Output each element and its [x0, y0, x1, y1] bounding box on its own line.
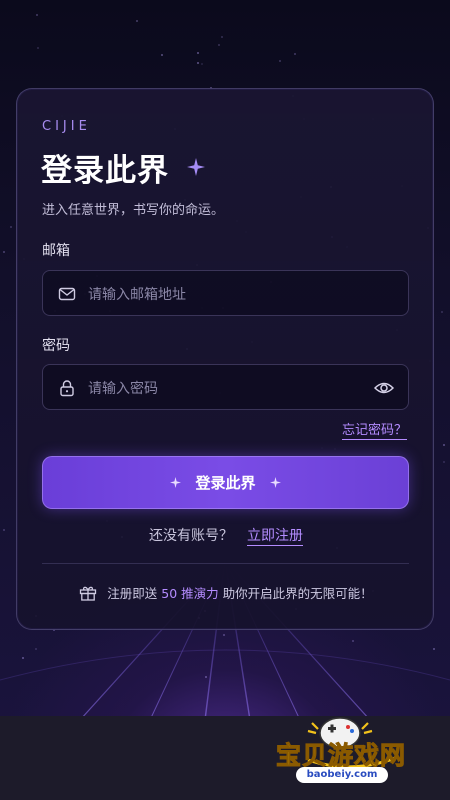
register-prompt: 还没有账号？ — [149, 528, 233, 544]
sparkle-icon — [187, 158, 205, 176]
page-title: 登录此界 — [41, 153, 169, 189]
star-dot — [294, 53, 296, 55]
star-dot — [3, 529, 5, 531]
star-dot — [223, 634, 225, 636]
watermark-url: baobeiy.com — [296, 767, 388, 783]
star-dot — [221, 36, 223, 38]
promo-prefix: 注册即送 — [107, 586, 158, 601]
login-card: CIJIE 登录此界 进入任意世界，书写你的命运。 邮箱 请输入邮箱地址 密码 … — [16, 88, 434, 630]
email-placeholder: 请输入邮箱地址 — [88, 287, 186, 303]
mail-icon — [58, 287, 76, 301]
star-dot — [433, 648, 435, 650]
password-label: 密码 — [42, 338, 70, 354]
login-screen: CIJIE 登录此界 进入任意世界，书写你的命运。 邮箱 请输入邮箱地址 密码 … — [0, 0, 450, 800]
star-dot — [201, 63, 203, 65]
star-dot — [441, 311, 443, 313]
gift-icon — [80, 586, 97, 601]
password-field[interactable]: 请输入密码 — [42, 364, 409, 410]
eye-icon[interactable] — [374, 379, 394, 397]
lock-icon — [60, 380, 74, 397]
sparkle-icon — [170, 477, 182, 488]
star-dot — [218, 44, 220, 46]
star-dot — [197, 62, 199, 64]
star-dot — [161, 54, 163, 56]
star-dot — [197, 52, 199, 54]
login-button-label: 登录此界 — [195, 474, 256, 492]
star-dot — [36, 14, 38, 16]
star-dot — [352, 640, 354, 642]
star-dot — [136, 20, 138, 22]
register-row: 还没有账号？ 立即注册 — [17, 525, 435, 546]
star-dot — [443, 444, 445, 446]
star-dot — [3, 251, 5, 253]
brand-name: CIJIE — [42, 119, 91, 134]
star-dot — [37, 47, 39, 49]
divider — [42, 563, 409, 564]
star-dot — [205, 676, 207, 678]
promo-suffix: 助你开启此界的无限可能！ — [222, 586, 373, 601]
promo-highlight: 50 推演力 — [161, 586, 219, 601]
star-dot — [443, 461, 445, 463]
star-dot — [35, 648, 37, 650]
forgot-password-link[interactable]: 忘记密码？ — [341, 419, 407, 440]
sparkle-icon — [269, 477, 281, 488]
password-placeholder: 请输入密码 — [88, 381, 158, 397]
star-dot — [22, 657, 24, 659]
email-label: 邮箱 — [42, 243, 70, 259]
promo-banner: 注册即送 50 推演力 助你开启此界的无限可能！ — [17, 583, 435, 602]
star-dot — [279, 60, 281, 62]
login-button[interactable]: 登录此界 — [42, 456, 409, 509]
register-link[interactable]: 立即注册 — [247, 528, 303, 546]
email-field[interactable]: 请输入邮箱地址 — [42, 270, 409, 316]
star-dot — [10, 226, 12, 228]
page-subtitle: 进入任意世界，书写你的命运。 — [42, 203, 225, 218]
